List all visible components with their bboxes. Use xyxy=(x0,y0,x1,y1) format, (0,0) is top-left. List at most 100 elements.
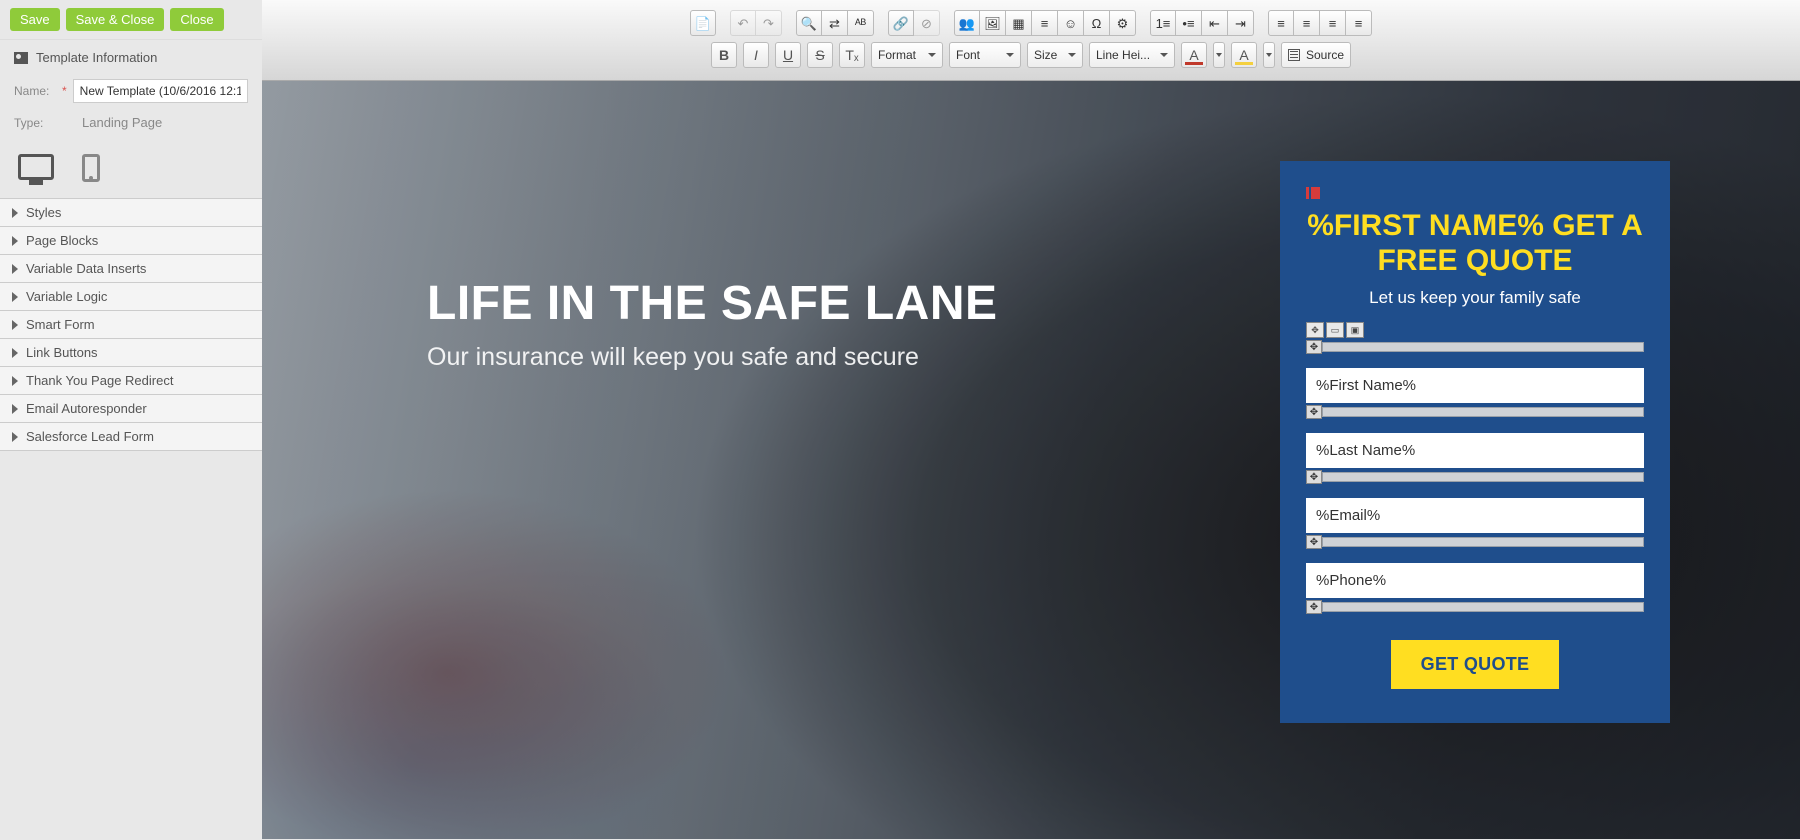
font-dropdown[interactable]: Font xyxy=(949,42,1021,68)
drag-bar xyxy=(1322,407,1644,417)
chevron-down-icon xyxy=(928,53,936,57)
required-star: * xyxy=(62,84,67,98)
quote-form-card[interactable]: %FIRST NAME% GET AFREE QUOTE Let us keep… xyxy=(1280,161,1670,723)
close-button[interactable]: Close xyxy=(170,8,223,31)
accordion-item[interactable]: Page Blocks xyxy=(0,227,262,255)
accordion-label: Styles xyxy=(26,205,61,220)
smartform-icon[interactable]: 👥 xyxy=(954,10,980,36)
accordion-item[interactable]: Variable Data Inserts xyxy=(0,255,262,283)
accordion-item[interactable]: Variable Logic xyxy=(0,283,262,311)
chevron-right-icon xyxy=(12,236,18,246)
italic-button[interactable]: I xyxy=(743,42,769,68)
align-justify-icon[interactable]: ≡ xyxy=(1346,10,1372,36)
drag-bar xyxy=(1322,537,1644,547)
chevron-right-icon xyxy=(12,264,18,274)
accordion-item[interactable]: Smart Form xyxy=(0,311,262,339)
form-drag-row[interactable]: ✥ xyxy=(1306,535,1644,549)
toolbar-group: ≡≡≡≡ xyxy=(1264,10,1376,36)
form-drag-row[interactable]: ✥ xyxy=(1306,600,1644,614)
accordion: Styles Page BlocksVariable Data InsertsVa… xyxy=(0,198,262,451)
template-info-header: Template Information xyxy=(0,39,262,75)
unlink-icon[interactable]: ⊘ xyxy=(914,10,940,36)
bg-color-button[interactable]: A xyxy=(1231,42,1257,68)
bold-button[interactable]: B xyxy=(711,42,737,68)
chevron-right-icon xyxy=(12,292,18,302)
align-right-icon[interactable]: ≡ xyxy=(1320,10,1346,36)
ul-icon[interactable]: •≡ xyxy=(1176,10,1202,36)
get-quote-button[interactable]: GET QUOTE xyxy=(1391,640,1560,689)
accordion-item[interactable]: Salesforce Lead Form xyxy=(0,423,262,451)
drag-bar xyxy=(1322,472,1644,482)
save-button[interactable]: Save xyxy=(10,8,60,31)
hero-text-block[interactable]: LIFE IN THE SAFE LANE Our insurance will… xyxy=(427,276,998,372)
align-center-icon[interactable]: ≡ xyxy=(1294,10,1320,36)
align-left-icon[interactable]: ≡ xyxy=(1268,10,1294,36)
hero-subtitle: Our insurance will keep you safe and sec… xyxy=(427,343,998,372)
bg-color-dropdown[interactable] xyxy=(1263,42,1275,68)
desktop-view-icon[interactable] xyxy=(18,154,54,180)
toolbar-group: ↶↷ xyxy=(726,10,786,36)
name-field-row: Name: * xyxy=(0,75,262,107)
lineheight-dropdown[interactable]: Line Hei... xyxy=(1089,42,1175,68)
outdent-icon[interactable]: ⇤ xyxy=(1202,10,1228,36)
move-icon[interactable]: ✥ xyxy=(1306,600,1322,614)
undo-icon[interactable]: ↶ xyxy=(730,10,756,36)
editor-canvas[interactable]: LIFE IN THE SAFE LANE Our insurance will… xyxy=(262,81,1800,839)
chevron-right-icon xyxy=(12,348,18,358)
save-close-button[interactable]: Save & Close xyxy=(66,8,165,31)
form-drag-row[interactable]: ✥ xyxy=(1306,470,1644,484)
format-dropdown[interactable]: Format xyxy=(871,42,943,68)
replace-icon[interactable]: ⇄ xyxy=(822,10,848,36)
size-dropdown[interactable]: Size xyxy=(1027,42,1083,68)
accordion-item[interactable]: Thank You Page Redirect xyxy=(0,367,262,395)
accordion-label: Link Buttons xyxy=(26,345,98,360)
form-input[interactable] xyxy=(1306,433,1644,468)
move-icon[interactable]: ✥ xyxy=(1306,535,1322,549)
hr-icon[interactable]: ≡ xyxy=(1032,10,1058,36)
chevron-down-icon xyxy=(1006,53,1014,57)
mobile-view-icon[interactable] xyxy=(82,154,100,182)
accordion-label: Smart Form xyxy=(26,317,95,332)
form-drag-row[interactable]: ✥ xyxy=(1306,340,1644,354)
toolbar-row-2: B I U S Tₓ Format Font Size Line Hei... … xyxy=(262,42,1800,68)
form-drag-row[interactable]: ✥ xyxy=(1306,405,1644,419)
gear-icon[interactable]: ⚙ xyxy=(1110,10,1136,36)
accordion-item[interactable]: Email Autoresponder xyxy=(0,395,262,423)
move-icon[interactable]: ✥ xyxy=(1306,470,1322,484)
chevron-right-icon xyxy=(12,404,18,414)
image-icon[interactable]: ▣ xyxy=(1346,322,1364,338)
strike-button[interactable]: S xyxy=(807,42,833,68)
link-icon[interactable]: 🔗 xyxy=(888,10,914,36)
move-icon[interactable]: ✥ xyxy=(1306,340,1322,354)
template-name-input[interactable] xyxy=(73,79,248,103)
move-icon[interactable]: ✥ xyxy=(1306,322,1324,338)
spellcheck-icon[interactable]: ᴬᴮ xyxy=(848,10,874,36)
omega-icon[interactable]: Ω xyxy=(1084,10,1110,36)
form-input[interactable] xyxy=(1306,368,1644,403)
redo-icon[interactable]: ↷ xyxy=(756,10,782,36)
text-color-dropdown[interactable] xyxy=(1213,42,1225,68)
move-icon[interactable]: ✥ xyxy=(1306,405,1322,419)
image-icon[interactable]: 🖼 xyxy=(980,10,1006,36)
underline-button[interactable]: U xyxy=(775,42,801,68)
edit-icon[interactable]: ▭ xyxy=(1326,322,1344,338)
flag-icon xyxy=(1306,187,1320,199)
indent-icon[interactable]: ⇥ xyxy=(1228,10,1254,36)
specialchar-icon[interactable]: ☺ xyxy=(1058,10,1084,36)
accordion-item[interactable]: Link Buttons xyxy=(0,339,262,367)
form-input[interactable] xyxy=(1306,498,1644,533)
text-color-button[interactable]: A xyxy=(1181,42,1207,68)
image-icon xyxy=(14,52,28,64)
find-icon[interactable]: 🔍 xyxy=(796,10,822,36)
templates-icon[interactable]: 📄 xyxy=(690,10,716,36)
toolbar-group: 🔍⇄ᴬᴮ xyxy=(792,10,878,36)
chevron-down-icon xyxy=(1068,53,1076,57)
accordion-item[interactable]: Styles xyxy=(0,199,262,227)
form-title: %FIRST NAME% GET AFREE QUOTE xyxy=(1306,209,1644,278)
table-icon[interactable]: ▦ xyxy=(1006,10,1032,36)
chevron-right-icon xyxy=(12,432,18,442)
ol-icon[interactable]: 1≡ xyxy=(1150,10,1176,36)
source-button[interactable]: Source xyxy=(1281,42,1351,68)
form-input[interactable] xyxy=(1306,563,1644,598)
clear-format-button[interactable]: Tₓ xyxy=(839,42,865,68)
